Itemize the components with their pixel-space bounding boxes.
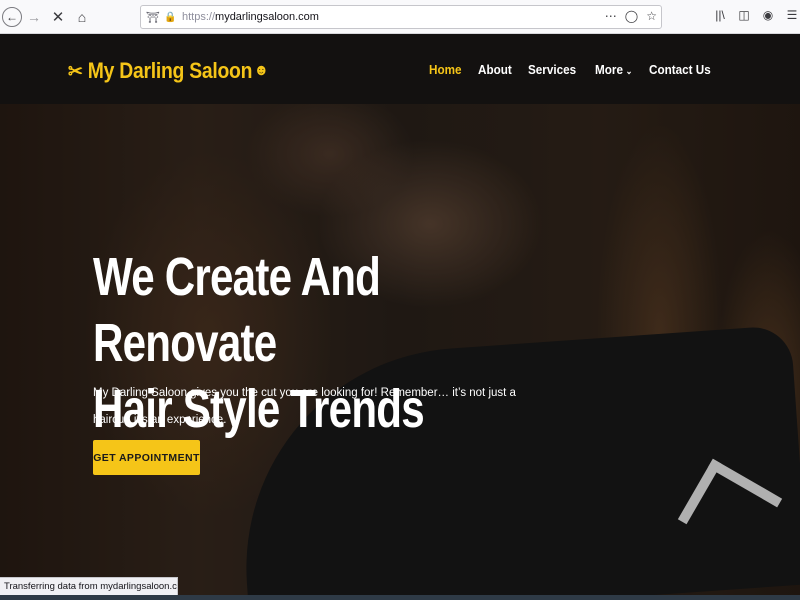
- nav-item-about[interactable]: About: [478, 62, 512, 77]
- hero-subtitle: My Darling Saloon gives you the cut you …: [93, 387, 516, 426]
- account-icon[interactable]: ◉: [760, 8, 776, 22]
- sidebar-icon[interactable]: ◫: [736, 8, 752, 22]
- address-bar[interactable]: ⛩ 🔒 https://mydarlingsaloon.com ⋯ ◯ ☆: [140, 5, 662, 29]
- url-text[interactable]: https://mydarlingsaloon.com: [182, 11, 319, 23]
- arrow-right-icon: →: [27, 8, 41, 25]
- main-nav: Home About Services More ⌄ Contact Us: [429, 62, 718, 77]
- shield-icon[interactable]: ⛩: [146, 11, 160, 24]
- status-bar: Transferring data from mydarlingsaloon.c…: [0, 577, 178, 595]
- library-icon[interactable]: ||\: [712, 8, 728, 22]
- site-header: ✂ My Darling Saloon ☻ Home About Service…: [0, 34, 800, 104]
- forward-button[interactable]: →: [24, 7, 44, 27]
- more-actions-icon[interactable]: ⋯: [605, 9, 617, 23]
- web-page: ✂ My Darling Saloon ☻ Home About Service…: [0, 34, 800, 600]
- nav-item-more-label: More: [594, 62, 623, 77]
- stop-button[interactable]: ✕: [48, 7, 68, 27]
- nav-item-more[interactable]: More ⌄: [595, 62, 632, 77]
- home-button[interactable]: ⌂: [72, 7, 92, 27]
- toolbar-right: ||\ ◫ ◉ ☰: [712, 8, 800, 22]
- chevron-down-icon: ⌄: [625, 66, 633, 76]
- home-icon: ⌂: [77, 8, 87, 25]
- nav-item-home[interactable]: Home: [429, 62, 462, 77]
- scissors-icon: ✂: [68, 60, 83, 83]
- nav-item-services[interactable]: Services: [528, 62, 576, 77]
- mascot-icon: ☻: [253, 62, 269, 79]
- close-icon: ✕: [51, 8, 65, 26]
- url-host: mydarlingsaloon.com: [215, 11, 319, 23]
- menu-icon[interactable]: ☰: [784, 8, 800, 22]
- url-scheme: https://: [182, 11, 216, 23]
- back-button[interactable]: ←: [2, 6, 22, 27]
- hero-title-line-1: We Create And Renovate: [93, 247, 381, 373]
- taskbar-strip: [0, 595, 800, 600]
- lock-icon[interactable]: 🔒: [164, 12, 176, 23]
- bookmark-star-icon[interactable]: ☆: [646, 9, 657, 23]
- logo-text: My Darling Saloon: [87, 58, 253, 83]
- browser-toolbar: ← → ✕ ⌂ ⛩ 🔒 https://mydarlingsaloon.com …: [0, 0, 800, 34]
- pocket-icon[interactable]: ◯: [625, 9, 638, 23]
- url-actions: ⋯ ◯ ☆: [605, 9, 657, 23]
- nav-item-contact[interactable]: Contact Us: [649, 62, 711, 77]
- site-logo[interactable]: ✂ My Darling Saloon ☻: [68, 58, 269, 84]
- get-appointment-button[interactable]: GET APPOINTMENT: [93, 440, 200, 475]
- arrow-left-icon: ←: [6, 9, 18, 24]
